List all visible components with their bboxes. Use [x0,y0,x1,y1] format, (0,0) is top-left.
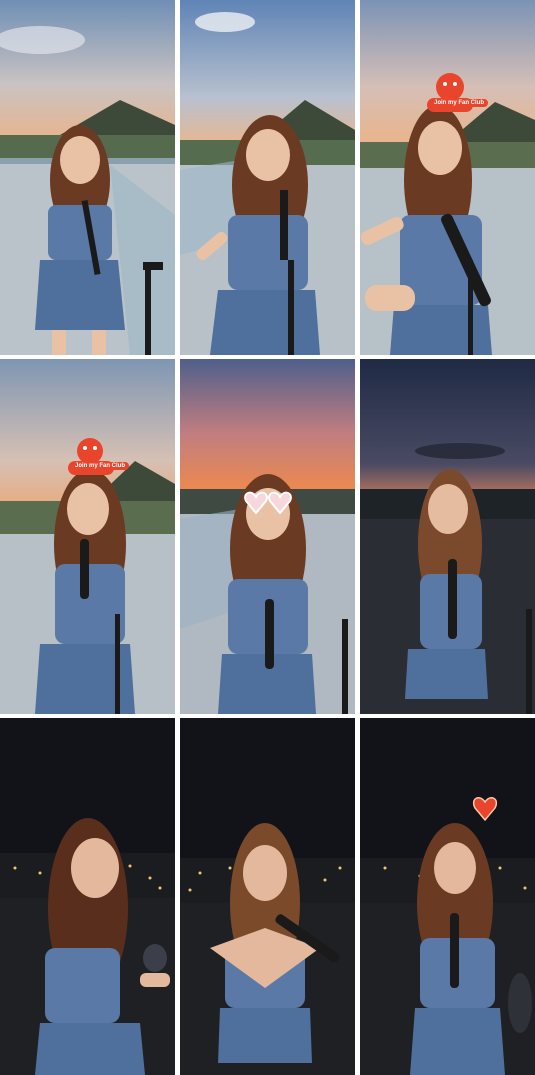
video-collage-grid: Join my Fan Club Join my Fan Club [0,0,535,1075]
singer-photo [180,718,355,1075]
collage-tile-8 [180,718,355,1075]
singer-photo [180,359,355,714]
fan-club-label: Join my Fan Club [430,99,489,107]
singer-photo [360,718,535,1075]
singer-photo [0,718,175,1075]
singer-photo [360,0,535,355]
collage-tile-4: Join my Fan Club [0,359,175,714]
collage-tile-6 [360,359,535,714]
collage-tile-9 [360,718,535,1075]
collage-tile-1 [0,0,175,355]
fan-club-label: Join my Fan Club [71,462,130,470]
collage-tile-2 [180,0,355,355]
singer-photo [180,0,355,355]
singer-photo [0,0,175,355]
collage-tile-5 [180,359,355,714]
singer-photo [360,359,535,714]
singer-photo [0,359,175,714]
collage-tile-3: Join my Fan Club [360,0,535,355]
collage-tile-7 [0,718,175,1075]
